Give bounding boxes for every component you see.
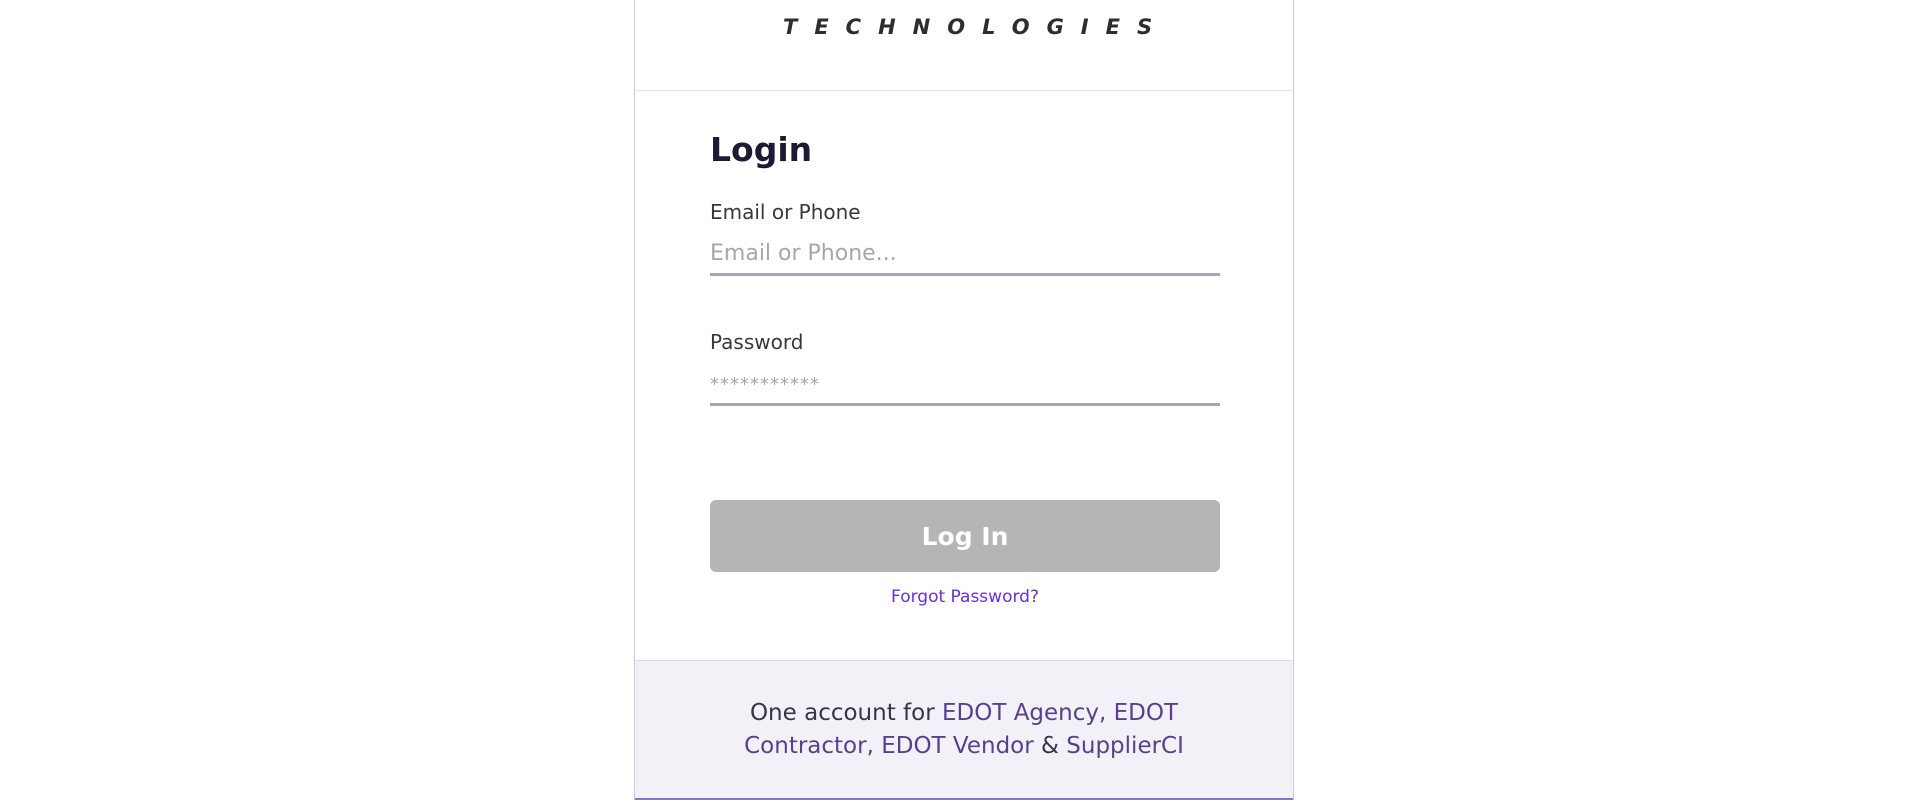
- footer-text: One account for EDOT Agency, EDOT Contra…: [735, 697, 1193, 763]
- footer-banner: One account for EDOT Agency, EDOT Contra…: [635, 660, 1293, 800]
- footer-prefix: One account for: [749, 700, 942, 726]
- edot-agency-link[interactable]: EDOT Agency,: [942, 700, 1106, 726]
- forgot-password-link[interactable]: Forgot Password?: [710, 587, 1220, 607]
- password-label: Password: [710, 330, 804, 354]
- supplierci-link[interactable]: SupplierCI: [1066, 733, 1184, 759]
- login-button[interactable]: Log In: [710, 500, 1220, 572]
- email-field[interactable]: [710, 234, 1220, 276]
- email-label: Email or Phone: [710, 200, 861, 224]
- footer-ampersand: &: [1033, 733, 1067, 759]
- page-title: Login: [710, 130, 813, 169]
- login-card: TECHNOLOGIES Login Email or Phone Passwo…: [634, 0, 1294, 800]
- edot-vendor-link[interactable]: EDOT Vendor: [881, 733, 1034, 759]
- company-logo: [783, 0, 1163, 8]
- logo-tagline: TECHNOLOGIES: [783, 15, 1170, 39]
- password-field[interactable]: [710, 364, 1220, 406]
- logo-header: TECHNOLOGIES: [635, 0, 1293, 91]
